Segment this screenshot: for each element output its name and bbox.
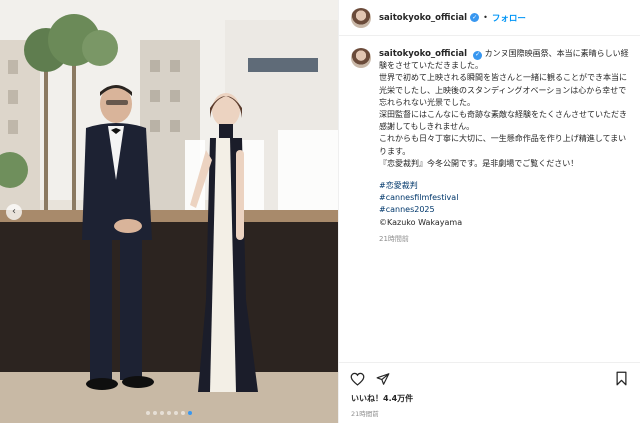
- post-photo: [0, 0, 338, 423]
- carousel-prev-button[interactable]: ‹: [6, 204, 22, 220]
- verified-badge-icon: ✓: [470, 13, 480, 22]
- send-icon: [376, 372, 390, 385]
- like-button[interactable]: [349, 371, 365, 387]
- caption-line: 『恋愛裁判』今冬公開です。是非劇場でご覧ください！: [379, 158, 579, 168]
- username-link[interactable]: saitokyoko_official: [379, 13, 467, 23]
- carousel-indicator: [0, 411, 338, 415]
- action-bar: [339, 362, 640, 394]
- carousel-dot: [167, 411, 171, 415]
- separator-dot: •: [483, 13, 488, 22]
- carousel-dot: [153, 411, 157, 415]
- caption-timestamp: 21時間前: [379, 234, 409, 243]
- bookmark-icon: [616, 371, 627, 386]
- carousel-dot: [188, 411, 192, 415]
- carousel-dot: [174, 411, 178, 415]
- hashtag-link[interactable]: #cannesfilmfestival: [379, 192, 633, 204]
- avatar[interactable]: [351, 7, 371, 28]
- hashtag-link[interactable]: #恋愛裁判: [379, 180, 633, 192]
- likes-count[interactable]: いいね！4.4万件: [351, 393, 413, 404]
- post-panel: saitokyoko_official ✓ • フォロー saitokyoko_…: [338, 0, 640, 423]
- post-header: saitokyoko_official ✓ • フォロー: [339, 0, 640, 36]
- carousel-dot: [146, 411, 150, 415]
- hashtag-link[interactable]: #cannes2025: [379, 204, 633, 216]
- carousel-dot: [181, 411, 185, 415]
- share-button[interactable]: [375, 371, 391, 387]
- chevron-left-icon: ‹: [12, 206, 16, 217]
- caption-line: 深田監督にはこんなにも奇跡な素敵な経験をたくさんさせていただき感謝してもしきれま…: [379, 110, 627, 132]
- photo-credit: ©Kazuko Wakayama: [379, 217, 463, 227]
- caption-username-link[interactable]: saitokyoko_official: [379, 49, 467, 59]
- caption-line: 世界で初めて上映される瞬間を皆さんと一緒に観ることができ本当に光栄でしたし、上映…: [379, 73, 627, 107]
- post-timestamp: 21時間前: [351, 410, 379, 418]
- heart-icon: [350, 372, 364, 386]
- save-button[interactable]: [615, 371, 631, 387]
- caption-avatar[interactable]: [351, 48, 371, 68]
- verified-badge-icon: ✓: [473, 50, 483, 60]
- caption-block: saitokyoko_official ✓ カンヌ国際映画祭、本当に素晴らしい経験…: [351, 48, 633, 245]
- caption-line: これからも日々丁寧に大切に、一生懸命作品を作り上げ精進してまいります。: [379, 134, 627, 156]
- post-media[interactable]: ‹: [0, 0, 338, 423]
- carousel-dot: [160, 411, 164, 415]
- follow-button[interactable]: フォロー: [492, 12, 526, 24]
- caption-text: saitokyoko_official ✓ カンヌ国際映画祭、本当に素晴らしい経験…: [379, 48, 633, 245]
